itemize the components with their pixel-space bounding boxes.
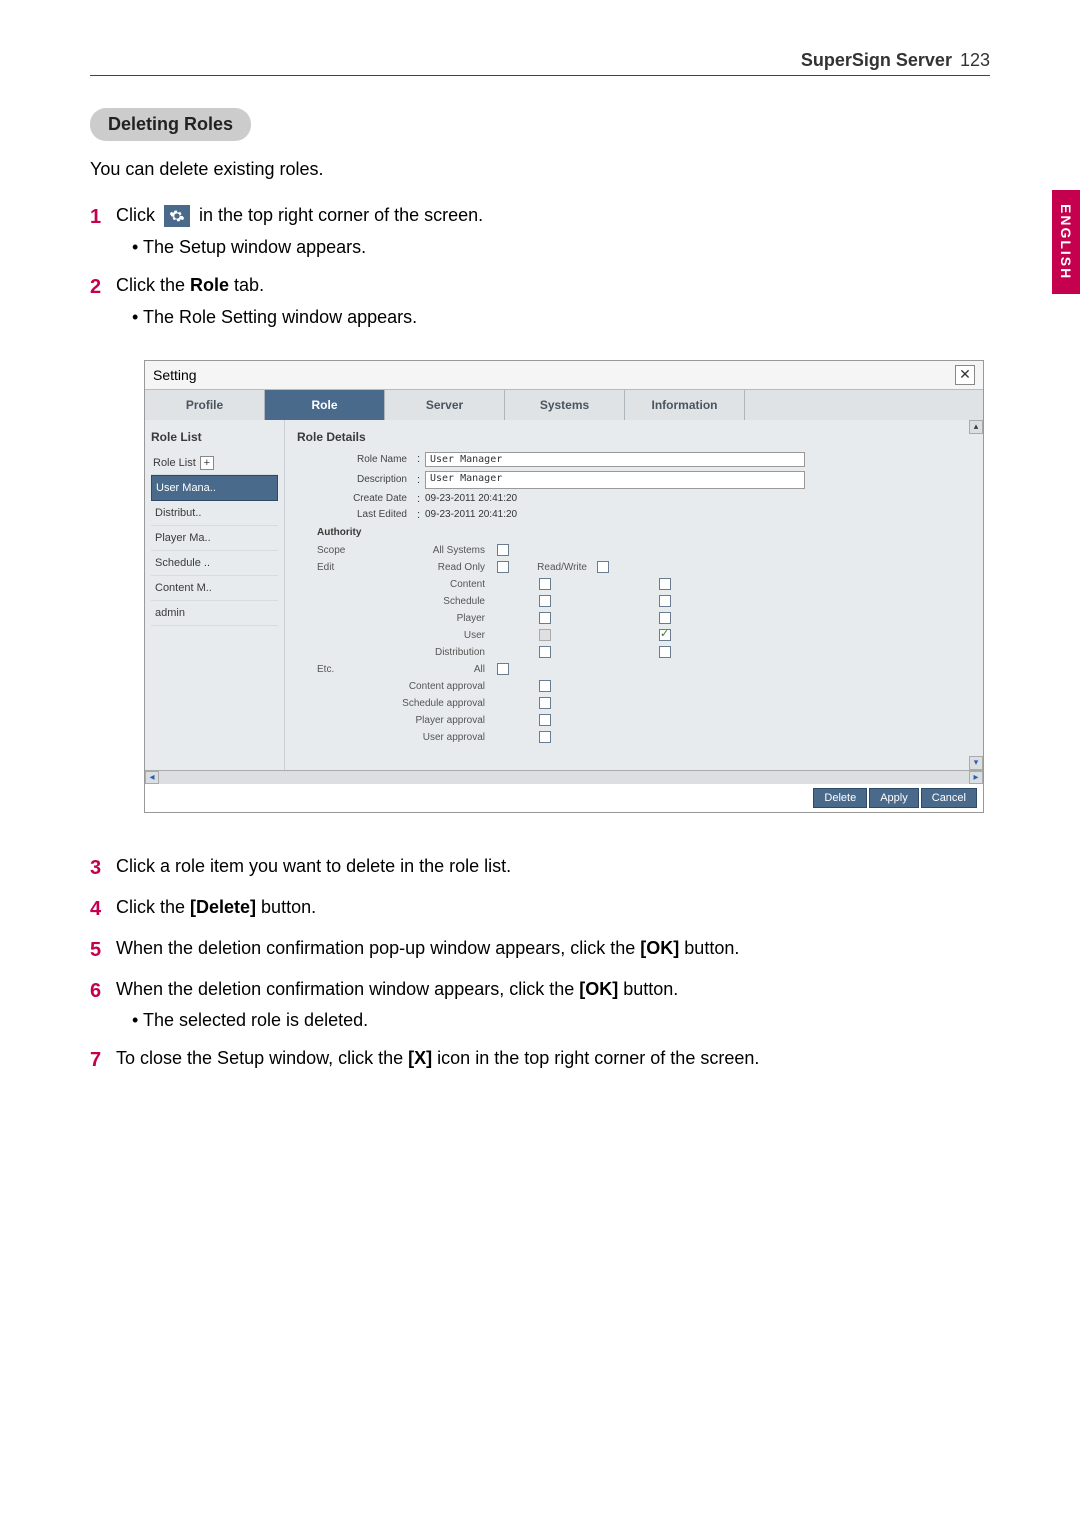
role-name-input[interactable]: User Manager xyxy=(425,452,805,467)
step-number: 2 xyxy=(90,272,116,332)
authority-row-label: Schedule xyxy=(377,596,497,607)
etc-row-label: Player approval xyxy=(377,715,497,726)
edit-label: Edit xyxy=(317,562,377,573)
read-only-checkbox xyxy=(539,629,551,641)
authority-row-label: Player xyxy=(377,613,497,624)
delete-button[interactable]: Delete xyxy=(813,788,867,808)
instruction-step: 4Click the [Delete] button. xyxy=(90,894,990,925)
description-input[interactable]: User Manager xyxy=(425,471,805,489)
instruction-step: 7To close the Setup window, click the [X… xyxy=(90,1045,990,1076)
role-list-item[interactable]: Schedule .. xyxy=(151,551,278,576)
close-icon[interactable]: ✕ xyxy=(955,365,975,385)
role-list-label: Role List xyxy=(153,457,196,469)
scroll-right-icon[interactable]: ▸ xyxy=(969,771,983,784)
read-write-checkbox[interactable] xyxy=(659,646,671,658)
page-number: 123 xyxy=(960,50,990,71)
step-number: 6 xyxy=(90,976,116,1036)
instruction-step: 1Click in the top right corner of the sc… xyxy=(90,202,990,262)
instruction-sub-item: The Setup window appears. xyxy=(132,234,990,262)
read-write-label: Read/Write xyxy=(517,562,597,573)
scroll-up-icon[interactable]: ▴ xyxy=(969,420,983,434)
authority-heading: Authority xyxy=(317,527,971,538)
add-role-icon[interactable]: + xyxy=(200,456,214,470)
step-number: 5 xyxy=(90,935,116,966)
read-only-checkbox[interactable] xyxy=(539,646,551,658)
step-number: 7 xyxy=(90,1045,116,1076)
read-write-checkbox[interactable] xyxy=(659,595,671,607)
all-systems-label: All Systems xyxy=(377,545,497,556)
authority-row-label: Distribution xyxy=(377,647,497,658)
instruction-sub-item: The Role Setting window appears. xyxy=(132,304,990,332)
read-write-header-checkbox[interactable] xyxy=(597,561,609,573)
cancel-button[interactable]: Cancel xyxy=(921,788,977,808)
horizontal-scrollbar[interactable]: ◂ ▸ xyxy=(145,770,983,784)
step-number: 3 xyxy=(90,853,116,884)
tab-information[interactable]: Information xyxy=(625,390,745,420)
tab-systems[interactable]: Systems xyxy=(505,390,625,420)
approval-checkbox[interactable] xyxy=(539,680,551,692)
role-list-item[interactable]: admin xyxy=(151,601,278,626)
etc-row-label: Content approval xyxy=(377,681,497,692)
role-details-heading: Role Details xyxy=(297,430,971,444)
instruction-sub-item: The selected role is deleted. xyxy=(132,1007,990,1035)
all-checkbox[interactable] xyxy=(497,663,509,675)
setting-window-title: Setting xyxy=(153,367,197,383)
step-number: 1 xyxy=(90,202,116,262)
tab-server[interactable]: Server xyxy=(385,390,505,420)
role-list-item[interactable]: User Mana.. xyxy=(151,475,278,501)
scroll-left-icon[interactable]: ◂ xyxy=(145,771,159,784)
instruction-step: 6When the deletion confirmation window a… xyxy=(90,976,990,1036)
instruction-step: 5When the deletion confirmation pop-up w… xyxy=(90,935,990,966)
read-only-checkbox[interactable] xyxy=(539,578,551,590)
read-write-checkbox[interactable] xyxy=(659,629,671,641)
description-label: Description xyxy=(297,474,417,485)
read-only-label: Read Only xyxy=(377,562,497,573)
step-number: 4 xyxy=(90,894,116,925)
all-label: All xyxy=(377,664,497,675)
setting-window-screenshot: Setting ✕ ProfileRoleServerSystemsInform… xyxy=(144,360,984,813)
tab-role[interactable]: Role xyxy=(265,390,385,420)
instruction-step: 3Click a role item you want to delete in… xyxy=(90,853,990,884)
approval-checkbox[interactable] xyxy=(539,731,551,743)
last-edited-value: 09-23-2011 20:41:20 xyxy=(425,509,517,520)
role-list-heading: Role List xyxy=(151,430,278,452)
page-header: SuperSign Server 123 xyxy=(90,50,990,76)
language-tab: ENGLISH xyxy=(1052,190,1080,294)
section-title: Deleting Roles xyxy=(90,108,251,141)
role-list-item[interactable]: Content M.. xyxy=(151,576,278,601)
all-systems-checkbox[interactable] xyxy=(497,544,509,556)
intro-text: You can delete existing roles. xyxy=(90,159,990,180)
read-only-checkbox[interactable] xyxy=(539,612,551,624)
gear-icon xyxy=(164,205,190,227)
authority-row-label: Content xyxy=(377,579,497,590)
role-list-item[interactable]: Distribut.. xyxy=(151,501,278,526)
read-only-header-checkbox[interactable] xyxy=(497,561,509,573)
etc-row-label: User approval xyxy=(377,732,497,743)
role-name-label: Role Name xyxy=(297,454,417,465)
authority-row-label: User xyxy=(377,630,497,641)
scope-label: Scope xyxy=(317,545,377,556)
last-edited-label: Last Edited xyxy=(297,509,417,520)
read-write-checkbox[interactable] xyxy=(659,612,671,624)
read-only-checkbox[interactable] xyxy=(539,595,551,607)
etc-row-label: Schedule approval xyxy=(377,698,497,709)
approval-checkbox[interactable] xyxy=(539,714,551,726)
header-label: SuperSign Server xyxy=(801,50,952,71)
role-details-pane: ▴ ▾ Role Details Role Name : User Manage… xyxy=(285,420,983,770)
tab-profile[interactable]: Profile xyxy=(145,390,265,420)
approval-checkbox[interactable] xyxy=(539,697,551,709)
setting-tabs: ProfileRoleServerSystemsInformation xyxy=(145,390,983,420)
etc-label: Etc. xyxy=(317,664,377,675)
apply-button[interactable]: Apply xyxy=(869,788,919,808)
create-date-label: Create Date xyxy=(297,493,417,504)
instruction-step: 2Click the Role tab.The Role Setting win… xyxy=(90,272,990,332)
create-date-value: 09-23-2011 20:41:20 xyxy=(425,493,517,504)
role-list-pane: Role List Role List + User Mana..Distrib… xyxy=(145,420,285,770)
role-list-item[interactable]: Player Ma.. xyxy=(151,526,278,551)
read-write-checkbox[interactable] xyxy=(659,578,671,590)
scroll-down-icon[interactable]: ▾ xyxy=(969,756,983,770)
